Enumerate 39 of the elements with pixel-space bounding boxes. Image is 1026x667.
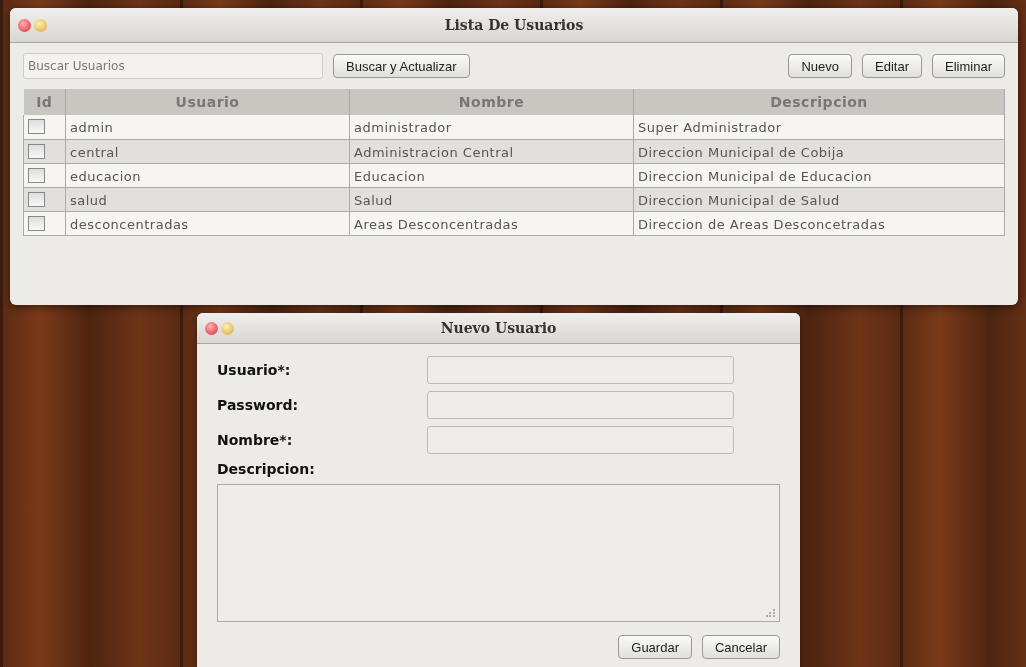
close-button[interactable] bbox=[18, 18, 31, 32]
row-checkbox[interactable] bbox=[28, 215, 45, 231]
table-cell-text: Salud bbox=[354, 191, 394, 207]
dialog-button[interactable]: Cancelar bbox=[701, 635, 780, 659]
resize-grip-icon[interactable] bbox=[766, 608, 776, 618]
field-label: Usuario*: bbox=[217, 362, 292, 378]
row-checkbox[interactable] bbox=[28, 167, 45, 183]
table-cell-text: Super Administrador bbox=[638, 119, 783, 134]
field-label: Password: bbox=[217, 397, 300, 413]
row-checkbox[interactable] bbox=[28, 119, 45, 134]
window-title: Lista De Usuarios bbox=[444, 17, 584, 33]
toolbar-button[interactable]: Nuevo bbox=[788, 54, 853, 78]
field-label: Nombre*: bbox=[217, 432, 294, 448]
table-cell-text: Direccion Municipal de Educacion bbox=[638, 167, 874, 183]
row-checkbox[interactable] bbox=[28, 191, 45, 207]
table-cell-text: desconcentradas bbox=[70, 215, 190, 231]
table-cell-text: administrador bbox=[354, 119, 453, 134]
input-field[interactable] bbox=[427, 426, 734, 454]
dialog-button[interactable]: Guardar bbox=[618, 635, 692, 659]
table-cell-text: Administracion Central bbox=[354, 143, 515, 159]
field-label: Descripcion: bbox=[217, 461, 316, 477]
table-cell-text: admin bbox=[70, 119, 115, 134]
close-button[interactable] bbox=[205, 321, 218, 335]
table-cell-text: Direccion de Areas Desconcetradas bbox=[638, 215, 887, 231]
dialog-title: Nuevo Usuario bbox=[440, 320, 557, 336]
table-cell-text: salud bbox=[70, 191, 109, 207]
search-refresh-button[interactable]: Buscar y Actualizar bbox=[333, 54, 470, 78]
table-cell-text: Direccion Municipal de Cobija bbox=[638, 143, 846, 159]
table-cell-text: educacion bbox=[70, 167, 143, 183]
input-field[interactable] bbox=[427, 356, 734, 384]
row-checkbox[interactable] bbox=[28, 143, 45, 159]
toolbar-button[interactable]: Editar bbox=[862, 54, 923, 78]
table-cell-text: central bbox=[70, 143, 120, 159]
search-field[interactable]: Buscar Usuarios bbox=[23, 53, 323, 79]
toolbar-button[interactable]: Eliminar bbox=[932, 54, 1005, 78]
table-cell-text: Direccion Municipal de Salud bbox=[638, 191, 841, 207]
table-cell-text: Areas Desconcentradas bbox=[354, 215, 520, 231]
input-field[interactable] bbox=[427, 391, 734, 419]
table-cell-text: Educacion bbox=[354, 167, 427, 183]
